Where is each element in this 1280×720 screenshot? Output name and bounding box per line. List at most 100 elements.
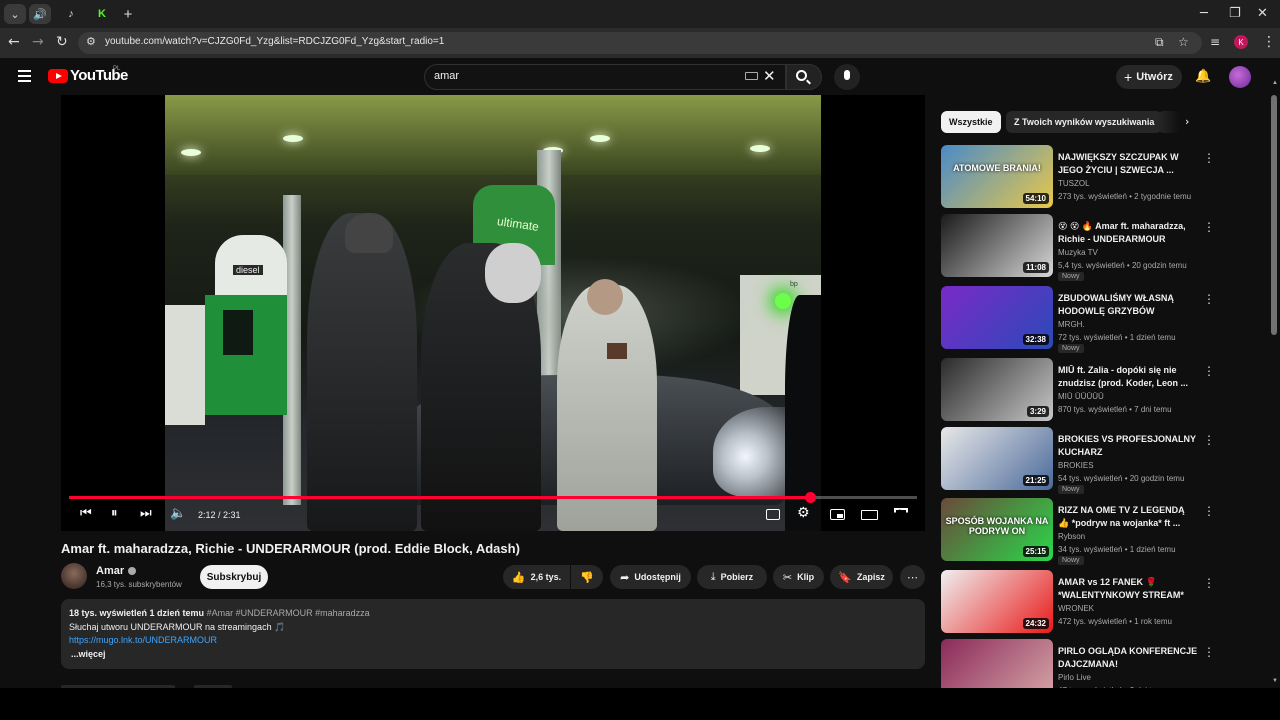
more-vertical-icon[interactable]: ⋮ bbox=[1203, 645, 1215, 659]
more-vertical-icon[interactable]: ⋮ bbox=[1203, 220, 1215, 234]
new-tab-button[interactable]: + bbox=[117, 4, 139, 24]
recommended-channel[interactable]: MIŪ ŪŪŪŪŪ bbox=[1058, 392, 1104, 401]
share-button[interactable]: ➦ Udostępnij bbox=[610, 565, 691, 589]
chip-all[interactable]: Wszystkie bbox=[941, 111, 1001, 133]
chip-from-search[interactable]: Z Twoich wyników wyszukiwania bbox=[1006, 111, 1163, 133]
scroll-down-icon[interactable]: ▼ bbox=[1272, 678, 1278, 684]
volume-icon[interactable]: 🔈 bbox=[170, 506, 186, 521]
reading-list-icon[interactable]: ≡ bbox=[1210, 35, 1220, 49]
dislike-button[interactable]: 👎 bbox=[571, 565, 603, 589]
recommended-video[interactable]: 11:08 😵 😵 🔥 Amar ft. maharadzza, Richie -… bbox=[941, 214, 1231, 281]
save-button[interactable]: 🔖 Zapisz bbox=[830, 565, 893, 589]
hamburger-menu-icon[interactable] bbox=[18, 70, 31, 82]
youtube-logo-icon[interactable] bbox=[48, 69, 68, 83]
progress-fill bbox=[69, 496, 811, 499]
keyboard-icon[interactable] bbox=[745, 72, 758, 80]
like-button[interactable]: 👍 2,6 tys. bbox=[503, 565, 570, 589]
audio-tab-icon[interactable]: 🔊 bbox=[29, 4, 51, 24]
hashtags[interactable]: #Amar #UNDERARMOUR #maharadzza bbox=[207, 608, 370, 618]
more-vertical-icon[interactable]: ⋮ bbox=[1203, 151, 1215, 165]
next-icon[interactable]: ⏭ bbox=[140, 506, 152, 521]
more-vertical-icon[interactable]: ⋮ bbox=[1203, 292, 1215, 306]
recommended-channel[interactable]: BROKIES bbox=[1058, 461, 1094, 470]
channel-name-text[interactable]: Amar bbox=[96, 565, 124, 577]
recommended-video[interactable]: 24:32 AMAR vs 12 FANEK 🌹 *WALENTYNKOWY ST… bbox=[941, 570, 1231, 634]
recommended-video[interactable]: 32:38 ZBUDOWALIŚMY WŁASNĄ HODOWLĘ GRZYBÓW… bbox=[941, 286, 1231, 353]
recommended-title[interactable]: NAJWIĘKSZY SZCZUPAK W JEGO ŻYCIU | SZWEC… bbox=[1058, 151, 1198, 177]
more-vertical-icon[interactable]: ⋮ bbox=[1203, 576, 1215, 590]
video-thumbnail[interactable]: 24:32 bbox=[941, 570, 1053, 633]
clear-search-icon[interactable]: ✕ bbox=[763, 67, 776, 85]
forward-icon[interactable]: → bbox=[32, 34, 44, 50]
video-frame[interactable]: ultimate diesel bp bbox=[165, 95, 821, 531]
recommended-channel[interactable]: Muzyka TV bbox=[1058, 248, 1098, 257]
notifications-bell-icon[interactable]: 🔔 bbox=[1195, 69, 1211, 84]
scroll-up-icon[interactable]: ▲ bbox=[1272, 80, 1278, 86]
settings-gear-icon[interactable]: ⚙ bbox=[797, 505, 810, 521]
restore-icon[interactable]: ❐ bbox=[1229, 6, 1241, 21]
url-text[interactable]: youtube.com/watch?v=CJZG0Fd_Yzg&list=RDC… bbox=[105, 36, 444, 47]
recommended-title[interactable]: PIRLO OGLĄDA KONFERENCJE DAJCZMANA! bbox=[1058, 645, 1198, 671]
search-icon[interactable] bbox=[796, 70, 807, 81]
account-avatar[interactable] bbox=[1229, 66, 1251, 88]
site-info-icon[interactable]: ⚙ bbox=[86, 35, 96, 48]
tiktok-tab-icon[interactable]: ♪ bbox=[60, 4, 82, 24]
profile-avatar[interactable]: K bbox=[1234, 35, 1248, 49]
channel-avatar[interactable] bbox=[61, 563, 87, 589]
close-window-icon[interactable]: ✕ bbox=[1257, 6, 1268, 21]
recommended-video[interactable]: SPOSÓB WOJANKA NA PODRYW ON 25:15 RIZZ NA … bbox=[941, 498, 1231, 565]
subscribe-button[interactable]: Subskrybuj bbox=[200, 565, 268, 589]
description-box[interactable]: 18 tys. wyświetleń 1 dzień temu #Amar #U… bbox=[61, 599, 925, 669]
tab-search-icon[interactable]: ⌄ bbox=[4, 4, 26, 24]
recommended-video[interactable]: 3:29 MIŪ ft. Zalia - dopóki się nie znudz… bbox=[941, 358, 1231, 422]
miniplayer-icon[interactable] bbox=[830, 509, 845, 520]
recommended-title[interactable]: BROKIES VS PROFESJONALNY KUCHARZ bbox=[1058, 433, 1198, 459]
recommended-title[interactable]: 😵 😵 🔥 Amar ft. maharadzza, Richie - UNDE… bbox=[1058, 220, 1198, 246]
recommended-title[interactable]: RIZZ NA OME TV Z LEGENDĄ 👍 *podryw na wo… bbox=[1058, 504, 1198, 530]
theater-mode-icon[interactable] bbox=[861, 510, 878, 520]
more-vertical-icon[interactable]: ⋮ bbox=[1203, 504, 1215, 518]
more-vertical-icon[interactable]: ⋮ bbox=[1203, 433, 1215, 447]
bookmark-star-icon[interactable]: ☆ bbox=[1178, 35, 1189, 49]
subscriber-count: 16,3 tys. subskrybentów bbox=[96, 580, 182, 589]
recommended-channel[interactable]: Pirlo Live bbox=[1058, 673, 1091, 682]
create-button[interactable]: + Utwórz bbox=[1116, 65, 1182, 89]
video-thumbnail[interactable]: 32:38 bbox=[941, 286, 1053, 349]
recommended-channel[interactable]: TUSZOL bbox=[1058, 179, 1090, 188]
subtitles-icon[interactable] bbox=[766, 509, 780, 520]
recommended-video[interactable]: 21:25 BROKIES VS PROFESJONALNY KUCHARZ BRO… bbox=[941, 427, 1231, 494]
channel-name[interactable]: Amar bbox=[96, 565, 137, 577]
scrollbar-thumb[interactable] bbox=[1271, 95, 1277, 335]
clip-button[interactable]: ✂ Klip bbox=[773, 565, 824, 589]
chevron-right-icon[interactable]: › bbox=[1185, 115, 1189, 128]
reload-icon[interactable]: ↻ bbox=[56, 34, 68, 50]
browser-menu-icon[interactable]: ⋮ bbox=[1262, 34, 1276, 50]
search-input[interactable] bbox=[424, 64, 786, 90]
show-more-button[interactable]: ...więcej bbox=[69, 648, 917, 662]
video-thumbnail[interactable]: 21:25 bbox=[941, 427, 1053, 490]
kick-tab-icon[interactable]: K bbox=[91, 4, 113, 24]
install-app-icon[interactable]: ⧉ bbox=[1155, 35, 1164, 50]
recommended-channel[interactable]: MRGH. bbox=[1058, 320, 1085, 329]
download-button[interactable]: ⤓ Pobierz bbox=[697, 565, 767, 589]
recommended-title[interactable]: MIŪ ft. Zalia - dopóki się nie znudzisz … bbox=[1058, 364, 1198, 390]
microphone-icon[interactable] bbox=[844, 70, 850, 80]
video-thumbnail[interactable]: 3:29 bbox=[941, 358, 1053, 421]
previous-icon[interactable]: ⏮ bbox=[80, 506, 92, 521]
minimize-icon[interactable]: ─ bbox=[1200, 6, 1208, 21]
description-link[interactable]: https://mugo.lnk.to/UNDERARMOUR bbox=[69, 634, 917, 648]
recommended-title[interactable]: ZBUDOWALIŚMY WŁASNĄ HODOWLĘ GRZYBÓW bbox=[1058, 292, 1198, 318]
search-input-value[interactable]: amar bbox=[434, 70, 459, 82]
video-thumbnail[interactable]: ATOMOWE BRANIA! 54:10 bbox=[941, 145, 1053, 208]
recommended-title[interactable]: AMAR vs 12 FANEK 🌹 *WALENTYNKOWY STREAM* bbox=[1058, 576, 1198, 602]
back-icon[interactable]: ← bbox=[8, 34, 20, 50]
more-actions-button[interactable]: ⋯ bbox=[900, 565, 925, 589]
recommended-video[interactable]: ATOMOWE BRANIA! 54:10 NAJWIĘKSZY SZCZUPAK … bbox=[941, 145, 1231, 209]
recommended-channel[interactable]: Rybson bbox=[1058, 532, 1085, 541]
video-thumbnail[interactable]: 11:08 bbox=[941, 214, 1053, 277]
progress-bar[interactable] bbox=[69, 492, 917, 503]
more-vertical-icon[interactable]: ⋮ bbox=[1203, 364, 1215, 378]
pause-icon[interactable]: ⏸ bbox=[111, 506, 118, 521]
video-thumbnail[interactable]: SPOSÓB WOJANKA NA PODRYW ON 25:15 bbox=[941, 498, 1053, 561]
recommended-channel[interactable]: WRONEK bbox=[1058, 604, 1094, 613]
